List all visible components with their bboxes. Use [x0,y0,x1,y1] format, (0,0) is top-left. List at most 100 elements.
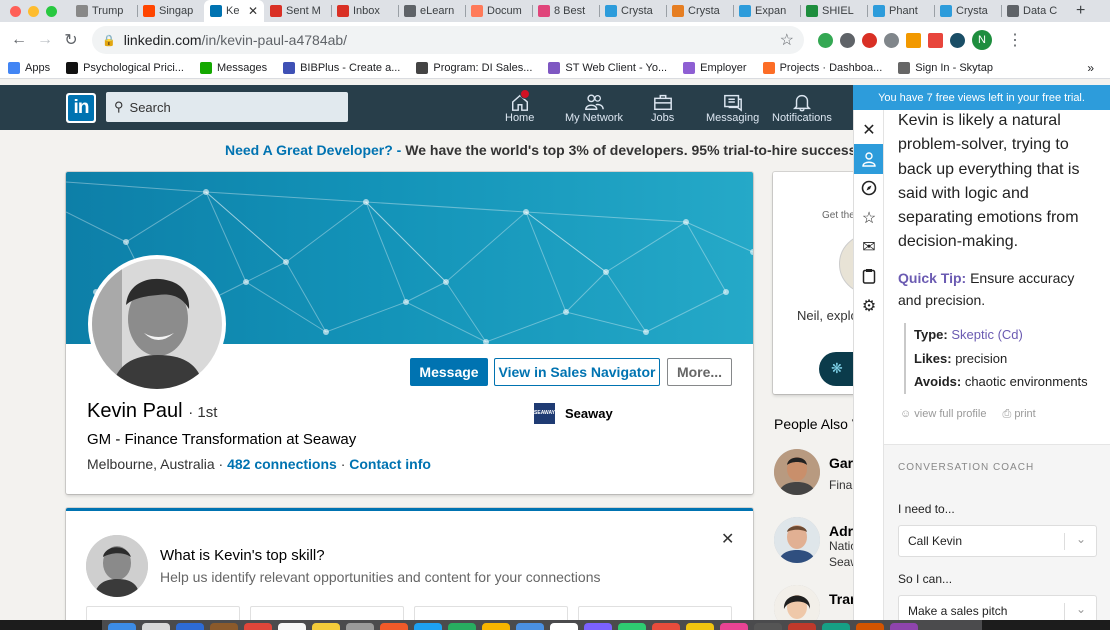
dock-icons [102,620,982,630]
dock-app-icon[interactable] [210,623,238,630]
contact-info-link[interactable]: Contact info [349,456,431,472]
nav-notifications[interactable]: Notifications [772,92,832,124]
browser-tab[interactable]: SHIEL [800,0,867,22]
address-bar[interactable]: 🔒 linkedin.com/in/kevin-paul-a4784ab/ ☆ [92,26,804,54]
dock-app-icon[interactable] [890,623,918,630]
dock-app-icon[interactable] [822,623,850,630]
current-company[interactable]: SEAWAY Seaway [534,403,613,424]
forward-icon[interactable]: → [32,31,58,49]
reload-icon[interactable]: ↻ [58,30,84,50]
people-also-viewed-item[interactable]: Gar Finar [774,449,856,495]
profile-photo[interactable] [88,255,226,393]
bookmark-item[interactable]: Employer [675,62,754,74]
sponsored-ad-line[interactable]: Need A Great Developer? - We have the wo… [225,142,890,158]
bookmark-item[interactable]: Projects · Dashboa... [755,62,891,74]
print-link[interactable]: ⎙ print [1002,408,1035,421]
dock-app-icon[interactable] [686,623,714,630]
extension-circle-icon[interactable] [840,32,855,48]
dock-app-icon[interactable] [176,623,204,630]
browser-tab[interactable]: Trump [70,0,137,22]
browser-tab[interactable]: Singap [137,0,204,22]
dock-app-icon[interactable] [618,623,646,630]
dock-app-icon[interactable] [244,623,272,630]
dock-app-icon[interactable] [788,623,816,630]
bookmark-item[interactable]: Sign In - Skytap [890,62,1001,74]
nav-jobs[interactable]: Jobs [651,92,674,124]
view-in-sales-navigator-button[interactable]: View in Sales Navigator [494,358,660,386]
message-button[interactable]: Message [410,358,488,386]
close-icon[interactable]: ✕ [721,529,734,549]
close-tab-icon[interactable]: ✕ [248,4,258,18]
browser-tab[interactable]: Crysta [599,0,666,22]
dock-app-icon[interactable] [380,623,408,630]
extension-d-icon[interactable] [928,32,943,48]
dock-app-icon[interactable] [108,623,136,630]
mail-icon[interactable]: ✉ [859,237,879,257]
extension-cloud-icon[interactable] [884,32,899,48]
view-full-profile-link[interactable]: ☺ view full profile [900,408,986,421]
bookmark-star-icon[interactable]: ☆ [780,30,794,50]
browser-tab[interactable]: Docum [465,0,532,22]
bookmarks-overflow-icon[interactable]: » [1087,61,1110,75]
zoom-window-icon[interactable] [46,5,57,17]
dock-app-icon[interactable] [516,623,544,630]
extension-hubspot-icon[interactable] [906,32,921,48]
nav-messaging[interactable]: Messaging [706,92,759,124]
dock-app-icon[interactable] [720,623,748,630]
browser-tab[interactable]: Expan [733,0,800,22]
back-icon[interactable]: ← [6,31,32,49]
close-window-icon[interactable] [10,5,21,17]
people-also-viewed-item[interactable]: Adri Natio Seaw [774,517,859,569]
dock-app-icon[interactable] [312,623,340,630]
linkedin-logo-icon[interactable]: in [66,93,96,123]
star-icon[interactable]: ☆ [859,208,879,228]
browser-tab[interactable]: Crysta [934,0,1001,22]
dock-app-icon[interactable] [414,623,442,630]
dock-app-icon[interactable] [448,623,476,630]
dock-app-icon[interactable] [142,623,170,630]
chrome-menu-icon[interactable]: ⋮ [1007,30,1023,50]
gear-icon[interactable]: ⚙ [859,296,879,316]
extension-hand-icon[interactable] [862,32,877,48]
nav-my-network[interactable]: My Network [565,92,623,124]
bookmark-item[interactable]: BIBPlus - Create a... [275,62,408,74]
need-to-select[interactable]: Call Kevin ⌄ [898,525,1097,557]
ad-link[interactable]: Need A Great Developer? - [225,142,401,158]
dock-app-icon[interactable] [550,623,578,630]
extension-shield-icon[interactable] [818,32,833,48]
browser-tab[interactable]: 8 Best [532,0,599,22]
browser-tab[interactable]: Sent M [264,0,331,22]
close-icon[interactable]: ✕ [859,120,879,140]
bookmark-item[interactable]: Messages [192,62,275,74]
dock-app-icon[interactable] [278,623,306,630]
browser-tab[interactable]: Data C [1001,0,1068,22]
browser-tab[interactable]: Phant [867,0,934,22]
select-divider [1064,603,1065,620]
chrome-profile-avatar[interactable]: N [972,30,992,50]
bookmark-item[interactable]: Psychological Prici... [58,62,192,74]
browser-tab[interactable]: Crysta [666,0,733,22]
extension-crystal-icon[interactable] [950,32,965,48]
connections-link[interactable]: 482 connections [227,456,337,472]
more-actions-button[interactable]: More... [667,358,732,386]
nav-home[interactable]: Home [505,89,534,124]
browser-tab[interactable]: Inbox [331,0,398,22]
dock-app-icon[interactable] [754,623,782,630]
browser-tab[interactable]: Ke ✕ [204,0,264,22]
dock-app-icon[interactable] [856,623,884,630]
search-input[interactable]: ⚲ Search [106,92,348,122]
clipboard-icon[interactable] [859,266,879,286]
browser-tab[interactable]: eLearn [398,0,465,22]
dock-app-icon[interactable] [482,623,510,630]
dock-app-icon[interactable] [584,623,612,630]
trait-type-value[interactable]: Skeptic (Cd) [951,327,1023,342]
new-tab-icon[interactable]: + [1068,2,1085,20]
compass-icon[interactable] [859,178,879,198]
bookmark-item[interactable]: ST Web Client - Yo... [540,62,675,74]
minimize-window-icon[interactable] [28,5,39,17]
dock-app-icon[interactable] [652,623,680,630]
person-icon[interactable] [854,144,884,174]
bookmark-item[interactable]: Program: DI Sales... [408,62,540,74]
bookmark-item[interactable]: Apps [0,62,58,74]
dock-app-icon[interactable] [346,623,374,630]
